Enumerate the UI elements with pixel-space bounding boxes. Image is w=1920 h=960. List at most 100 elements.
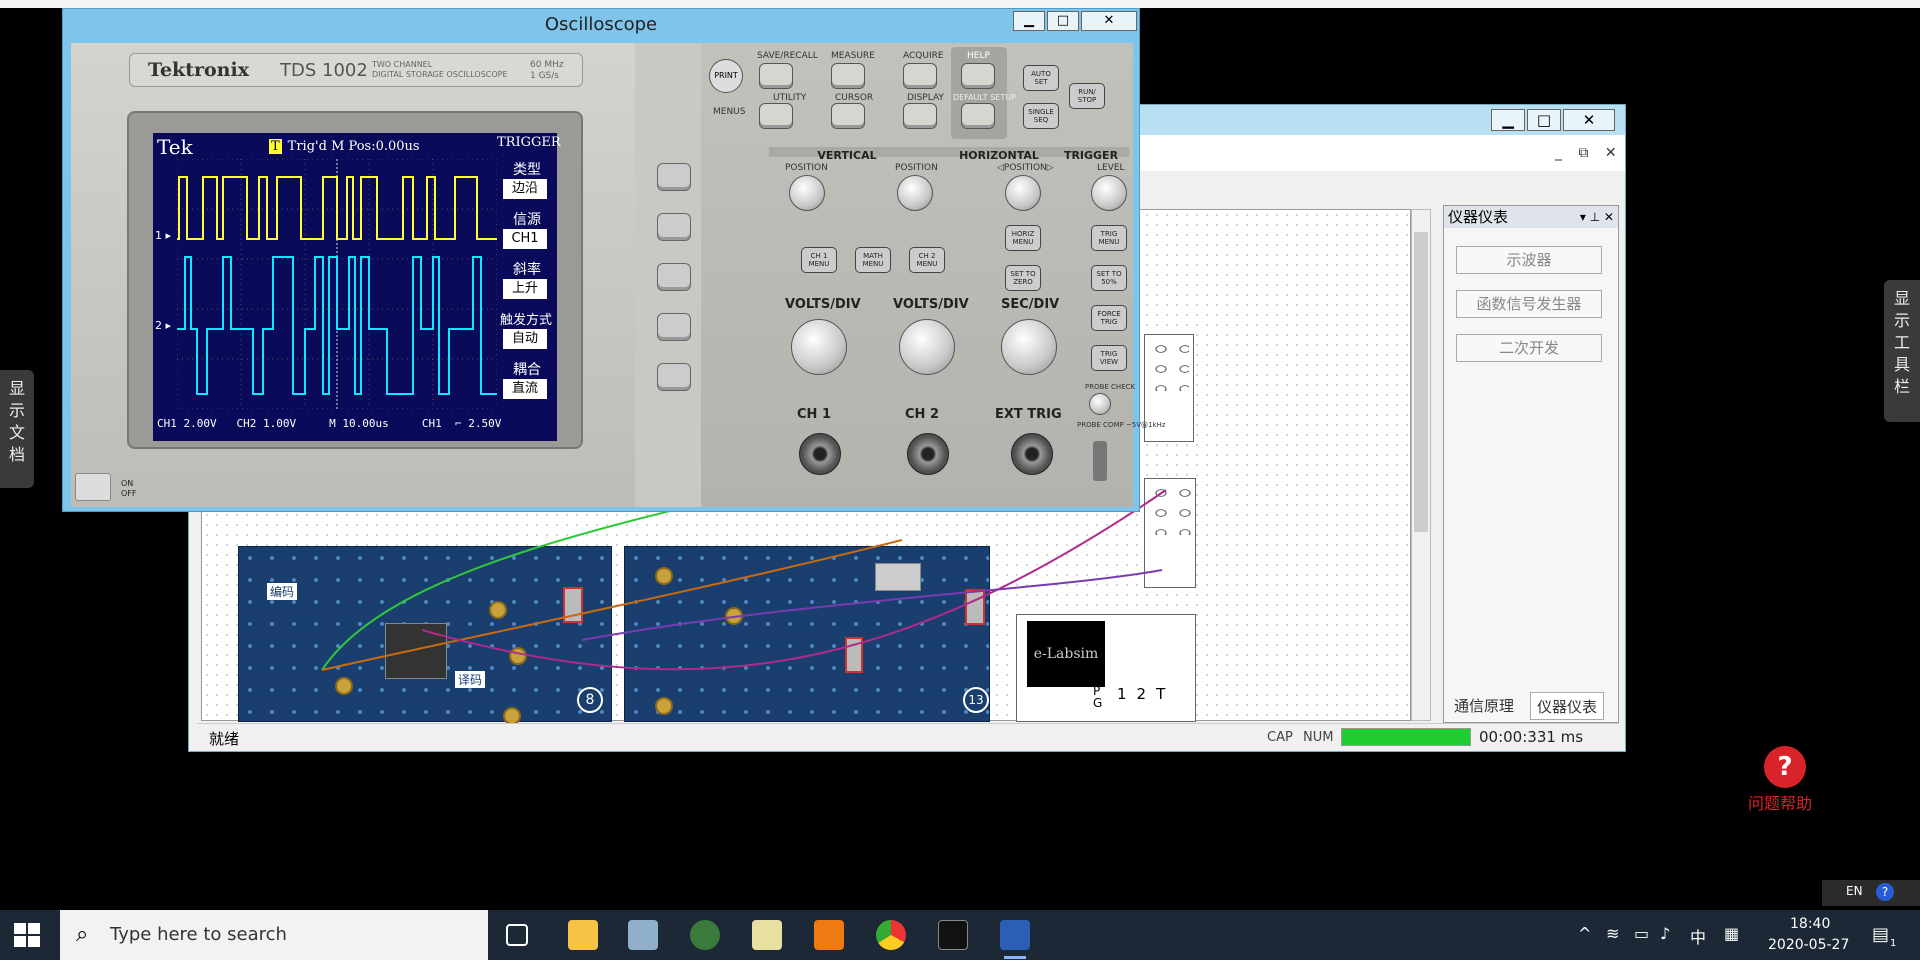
set-to-zero-button[interactable]: SET TO ZERO [1005,265,1041,291]
trigger-section-label: TRIGGER [1063,149,1119,162]
show-toolbar-tab[interactable]: 显示工具栏 [1884,280,1920,422]
set-to-50-button[interactable]: SET TO 50% [1091,265,1127,291]
signal-generator-button[interactable]: 函数信号发生器 [1456,290,1602,318]
ime-language-indicator[interactable]: 中 [1690,924,1706,948]
trig-view-button[interactable]: TRIG VIEW [1091,345,1127,371]
utility-button[interactable] [759,103,793,129]
ch1-volts-div-label: VOLTS/DIV [785,297,861,312]
scroll-thumb[interactable] [1414,232,1428,532]
brand-name: Tektronix [148,59,250,81]
document-window-controls[interactable]: _ ⧉ ✕ [1555,145,1623,161]
notification-center-icon[interactable]: ▤ [1872,924,1889,945]
ch1-volts-div-knob[interactable] [791,319,847,375]
display-button[interactable] [903,103,937,129]
progress-fill [1342,729,1470,745]
cursor-button[interactable] [831,103,865,129]
search-placeholder: Type here to search [110,924,287,945]
menu-option-button-1[interactable] [657,163,691,191]
print-button[interactable]: PRINT [709,59,743,93]
menu-option-button-5[interactable] [657,363,691,391]
ch2-position-knob[interactable] [897,175,933,211]
chrome-icon[interactable] [876,920,906,950]
canvas-scrollbar[interactable] [1411,209,1431,721]
menu-option-button-3[interactable] [657,263,691,291]
paint-app-icon[interactable] [752,920,782,950]
control-panel: PRINT MENUS SAVE/RECALL MEASURE ACQUIRE … [701,43,1165,507]
ch2-volts-div-knob[interactable] [899,319,955,375]
horiz-position-label: ◁POSITION▷ [997,163,1054,173]
measure-button[interactable] [831,63,865,89]
trig-menu-button[interactable]: TRIG MENU [1091,225,1127,251]
game-app-icon[interactable] [690,920,720,950]
tab-instruments[interactable]: 仪器仪表 [1530,692,1605,720]
default-setup-label: DEFAULT SETUP [953,93,1016,102]
task-view-icon[interactable] [506,924,528,946]
close-button[interactable]: ✕ [1563,109,1615,131]
sec-div-knob[interactable] [1001,319,1057,375]
tab-comm-principle[interactable]: 通信原理 [1448,692,1520,720]
ch2-trace [177,256,497,395]
volume-icon[interactable]: ♪ [1660,924,1670,943]
ext-trig-bnc-connector[interactable] [1011,433,1053,475]
maximize-button[interactable]: □ [1527,109,1561,131]
battery-icon[interactable]: ▭ [1634,924,1649,943]
word-icon[interactable] [1000,920,1030,950]
file-explorer-icon[interactable] [568,920,598,950]
panel-controls-icon[interactable]: ▾ ⊥ ✕ [1580,206,1614,228]
show-documents-label: 显示文档 [8,379,25,464]
trigger-level-knob[interactable] [1091,175,1127,211]
force-trig-button[interactable]: FORCE TRIG [1091,305,1127,331]
help-icon[interactable]: ? [1764,746,1806,788]
horiz-menu-button[interactable]: HORIZ MENU [1005,225,1041,251]
probe-check-button[interactable] [1089,393,1111,415]
power-button[interactable] [75,473,111,501]
network-icon[interactable]: ≋ [1606,924,1619,943]
desktop-top-strip [0,0,1920,8]
probe-comp-terminal[interactable] [1093,441,1107,481]
ime-toolbar[interactable]: EN ? [1822,880,1920,906]
menu-option-button-4[interactable] [657,313,691,341]
timer-readout: 00:00:331 ms [1479,728,1584,746]
secondary-dev-button[interactable]: 二次开发 [1456,334,1602,362]
horiz-position-knob[interactable] [1005,175,1041,211]
osc-minimize-button[interactable]: ▁ [1013,11,1045,31]
ime-mode-icon[interactable]: ▦ [1724,924,1739,943]
menu-option-button-2[interactable] [657,213,691,241]
photos-app-icon[interactable] [628,920,658,950]
run-stop-button[interactable]: RUN/ STOP [1069,83,1105,109]
osc-maximize-button[interactable]: □ [1047,11,1079,31]
default-setup-button[interactable] [961,103,995,129]
ch2-position-label: POSITION [895,163,938,173]
autoset-button[interactable]: AUTO SET [1023,65,1059,91]
ime-help-icon[interactable]: ? [1876,883,1894,901]
taskbar-search-box[interactable]: ⌕ Type here to search [60,910,488,960]
tray-expand-icon[interactable]: ^ [1578,924,1591,943]
ch2-bnc-connector[interactable] [907,433,949,475]
pdf-app-icon[interactable] [814,920,844,950]
ext-trig-label: EXT TRIG [995,407,1062,422]
ch2-menu-button[interactable]: CH 2 MENU [909,247,945,273]
help-button[interactable] [961,63,995,89]
single-seq-button[interactable]: SINGLE SEQ [1023,103,1059,129]
clock-time[interactable]: 18:40 [1790,916,1830,932]
menu-value-coupling: 直流 [503,379,547,399]
osc-close-button[interactable]: ✕ [1081,11,1137,31]
menu-label-slope: 斜率 [513,262,541,278]
math-menu-button[interactable]: MATH MENU [855,247,891,273]
terminal-icon[interactable] [938,920,968,950]
help-label[interactable]: 问题帮助 [1748,790,1812,814]
save-recall-button[interactable] [759,63,793,89]
oscilloscope-button[interactable]: 示波器 [1456,246,1602,274]
show-documents-tab[interactable]: 显示文档 [0,370,34,488]
panel-title: 仪器仪表 [1448,208,1509,226]
scope-screen: Tek T Trig'd M Pos:0.00us TRIGGER 1 ▸ 2 ▸… [153,133,561,441]
sec-div-label: SEC/DIV [1001,297,1060,312]
acquire-button[interactable] [903,63,937,89]
ch1-bnc-connector[interactable] [799,433,841,475]
windows-start-icon[interactable] [14,923,40,947]
minimize-button[interactable]: ▁ [1491,109,1525,131]
menu-value-slope: 上升 [503,279,547,299]
clock-date[interactable]: 2020-05-27 [1768,937,1849,953]
ch1-position-knob[interactable] [789,175,825,211]
ch1-menu-button[interactable]: CH 1 MENU [801,247,837,273]
